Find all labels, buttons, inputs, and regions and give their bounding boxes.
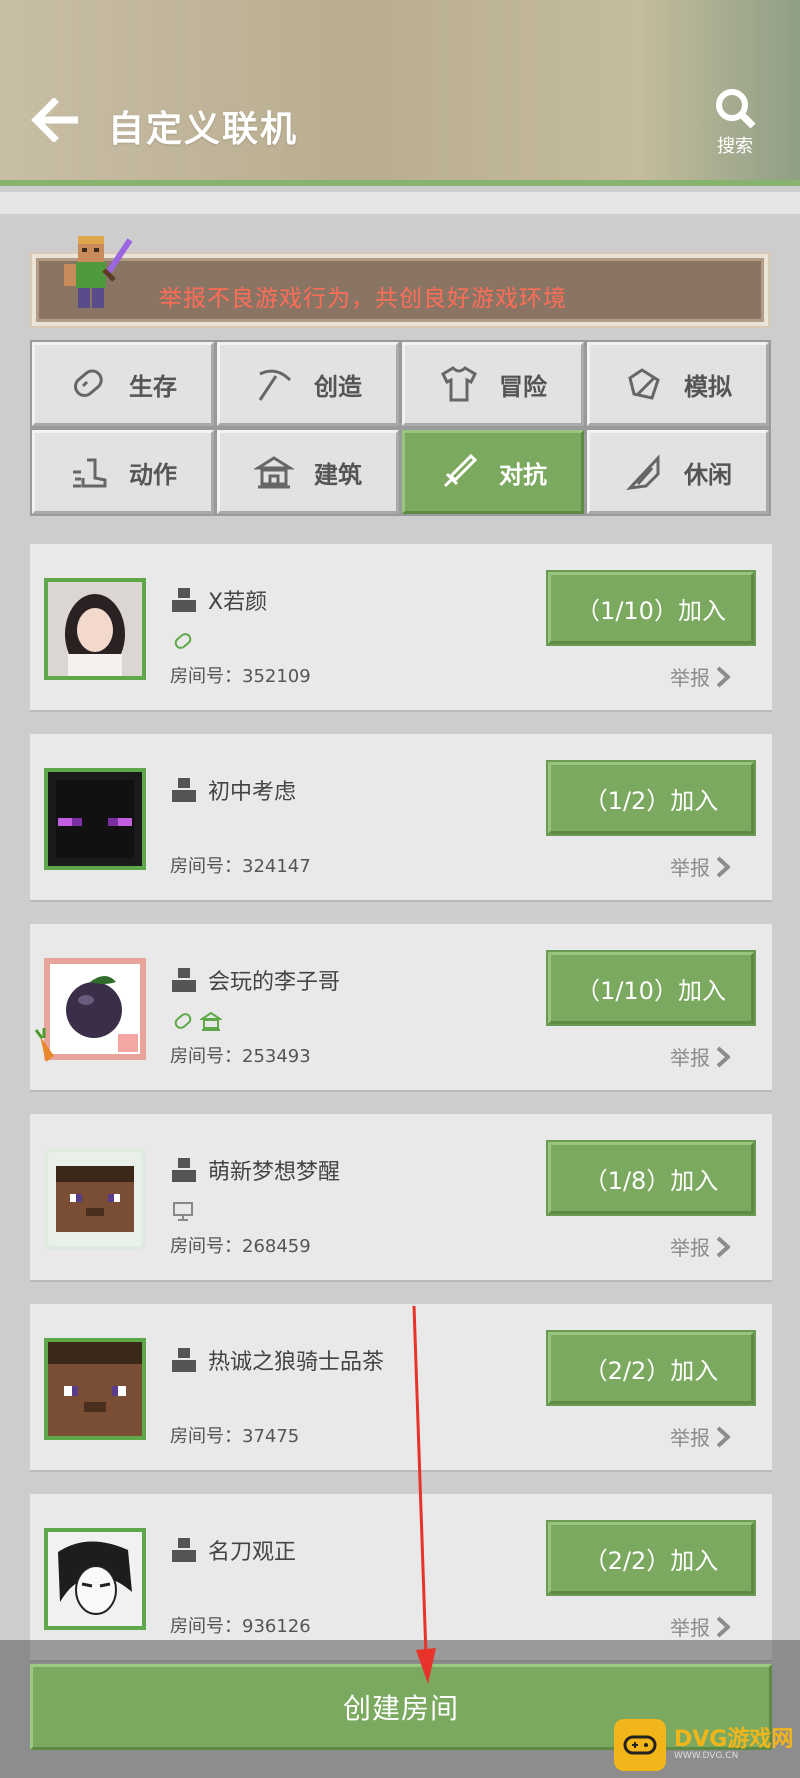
report-label: 举报 xyxy=(670,1616,710,1640)
host-avatar xyxy=(44,578,146,680)
host-person-icon xyxy=(172,778,196,802)
room-id: 房间号：352109 xyxy=(170,666,311,687)
top-app-bar: 自定义联机 搜索 xyxy=(0,0,800,186)
watermark-name: DVG游戏网 xyxy=(674,1727,794,1752)
join-button[interactable]: （1/10）加入 xyxy=(546,570,756,646)
report-label: 举报 xyxy=(670,1236,710,1260)
temple-icon xyxy=(254,456,294,489)
map-icon xyxy=(628,368,660,400)
annotation-arrow-icon xyxy=(412,1306,436,1684)
room-card[interactable]: X若颜 房间号：352109 （1/10）加入 举报 xyxy=(30,544,772,710)
room-name: 名刀观正 xyxy=(208,1540,297,1565)
host-person-icon xyxy=(172,588,196,612)
category-survival[interactable]: 生存 xyxy=(30,340,216,428)
sword-icon xyxy=(443,453,478,488)
room-id: 房间号：253493 xyxy=(170,1046,311,1067)
host-person-icon xyxy=(172,1538,196,1562)
host-person-icon xyxy=(172,1348,196,1372)
chevron-right-icon xyxy=(716,1426,730,1447)
report-notice-banner: 举报不良游戏行为，共创良好游戏环境 xyxy=(30,252,770,328)
header-divider xyxy=(0,192,800,216)
host-avatar xyxy=(44,1528,146,1630)
fishing-rod-icon xyxy=(626,454,660,491)
shirt-icon xyxy=(441,366,477,402)
join-button[interactable]: （2/2）加入 xyxy=(546,1330,756,1406)
boot-icon xyxy=(73,458,107,488)
room-id: 房间号：936126 xyxy=(170,1616,311,1637)
room-name: X若颜 xyxy=(208,590,268,615)
category-label: 冒险 xyxy=(499,372,547,401)
room-card[interactable]: 会玩的李子哥 房间号：253493 （1/10）加入 举报 xyxy=(30,924,772,1090)
bread-icon xyxy=(174,633,192,649)
search-icon xyxy=(716,89,756,129)
chevron-right-icon xyxy=(716,1046,730,1067)
room-card[interactable]: 名刀观正 房间号：936126 （2/2）加入 举报 xyxy=(30,1494,772,1660)
category-simulation[interactable]: 模拟 xyxy=(585,340,771,428)
chevron-right-icon xyxy=(716,1616,730,1637)
bread-icon xyxy=(74,369,103,397)
room-id: 房间号：268459 xyxy=(170,1236,311,1257)
host-person-icon xyxy=(172,1158,196,1182)
chevron-right-icon xyxy=(716,856,730,877)
join-button[interactable]: （1/2）加入 xyxy=(546,760,756,836)
page-title: 自定义联机 xyxy=(108,109,299,150)
report-link[interactable]: 举报 xyxy=(670,662,730,691)
bread-icon xyxy=(174,1013,192,1029)
chevron-right-icon xyxy=(716,1236,730,1257)
report-label: 举报 xyxy=(670,856,710,880)
room-card[interactable]: 初中考虑 房间号：324147 （1/2）加入 举报 xyxy=(30,734,772,900)
monitor-icon xyxy=(173,1202,193,1221)
report-link[interactable]: 举报 xyxy=(670,1042,730,1071)
room-name: 萌新梦想梦醒 xyxy=(208,1160,341,1185)
category-building[interactable]: 建筑 xyxy=(215,428,401,516)
temple-icon xyxy=(200,1011,222,1031)
room-card[interactable]: 热诚之狼骑士品茶 房间号：37475 （2/2）加入 举报 xyxy=(30,1304,772,1470)
host-avatar xyxy=(44,768,146,870)
room-name: 会玩的李子哥 xyxy=(208,970,341,995)
report-label: 举报 xyxy=(670,666,710,690)
gamepad-icon xyxy=(614,1719,666,1771)
category-label: 休闲 xyxy=(684,460,732,489)
report-link[interactable]: 举报 xyxy=(670,1612,730,1641)
steve-sword-icon xyxy=(64,236,133,308)
arrow-left-icon xyxy=(31,97,78,143)
host-avatar xyxy=(44,1338,146,1440)
chevron-right-icon xyxy=(716,666,730,687)
join-button[interactable]: （1/10）加入 xyxy=(546,950,756,1026)
host-avatar xyxy=(44,1148,146,1250)
category-label: 模拟 xyxy=(684,372,732,401)
search-button[interactable]: 搜索 xyxy=(700,86,770,162)
join-button[interactable]: （1/8）加入 xyxy=(546,1140,756,1216)
host-person-icon xyxy=(172,968,196,992)
watermark-url: WWW.DVG.CN xyxy=(674,1751,739,1761)
back-button[interactable] xyxy=(30,97,82,143)
category-action[interactable]: 动作 xyxy=(30,428,216,516)
room-name: 初中考虑 xyxy=(208,780,297,805)
join-button[interactable]: （2/2）加入 xyxy=(546,1520,756,1596)
room-id: 房间号：324147 xyxy=(170,856,311,877)
report-label: 举报 xyxy=(670,1426,710,1450)
search-label: 搜索 xyxy=(717,136,753,157)
carrot-icon xyxy=(34,1028,54,1062)
category-adventure[interactable]: 冒险 xyxy=(400,340,586,428)
category-label: 建筑 xyxy=(314,460,362,489)
room-name: 热诚之狼骑士品茶 xyxy=(208,1350,385,1375)
category-label: 动作 xyxy=(129,460,177,489)
report-link[interactable]: 举报 xyxy=(670,852,730,881)
category-pvp[interactable]: 对抗 xyxy=(400,428,586,516)
pickaxe-icon xyxy=(258,369,292,401)
room-id: 房间号：37475 xyxy=(170,1426,300,1447)
category-casual[interactable]: 休闲 xyxy=(585,428,771,516)
site-watermark: DVG游戏网 WWW.DVG.CN xyxy=(614,1712,800,1778)
report-label: 举报 xyxy=(670,1046,710,1070)
category-label: 创造 xyxy=(314,372,362,401)
banner-text: 举报不良游戏行为，共创良好游戏环境 xyxy=(159,286,567,312)
category-creative[interactable]: 创造 xyxy=(215,340,401,428)
room-card[interactable]: 萌新梦想梦醒 房间号：268459 （1/8）加入 举报 xyxy=(30,1114,772,1280)
report-link[interactable]: 举报 xyxy=(670,1232,730,1261)
category-label: 对抗 xyxy=(499,460,547,489)
category-label: 生存 xyxy=(129,372,177,401)
report-link[interactable]: 举报 xyxy=(670,1422,730,1451)
